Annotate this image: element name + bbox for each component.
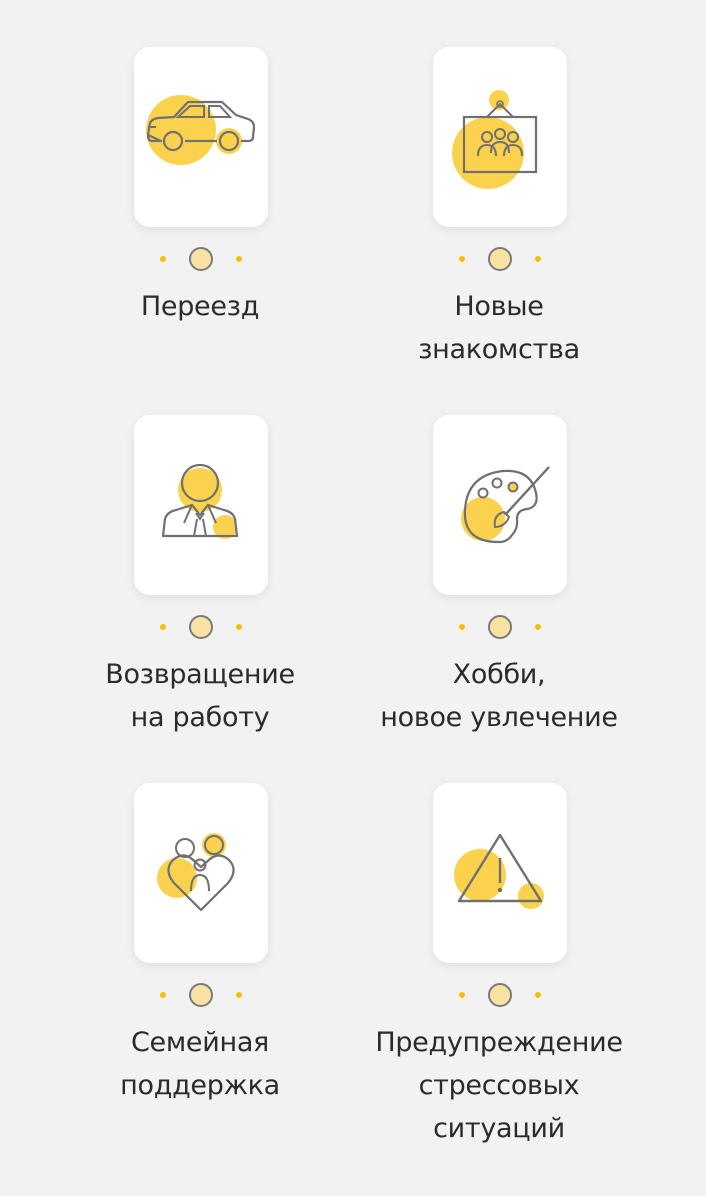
event-label: Возвращение на работу bbox=[105, 659, 295, 733]
event-label: Хобби, новое увлечение bbox=[380, 659, 618, 733]
warning-triangle-icon bbox=[454, 833, 544, 909]
event-label: Предупреждение стрессовых ситуаций bbox=[375, 1027, 623, 1144]
dot-right bbox=[236, 992, 242, 998]
event-label: Переезд bbox=[140, 291, 260, 322]
icon-card bbox=[433, 47, 567, 227]
dot-right bbox=[535, 992, 541, 998]
dot-right bbox=[236, 624, 242, 630]
pagination-dots bbox=[50, 247, 350, 271]
dot-left bbox=[160, 624, 166, 630]
car-icon bbox=[146, 95, 256, 165]
dot-active bbox=[189, 247, 213, 271]
dot-left bbox=[459, 624, 465, 630]
event-label: Семейная поддержка bbox=[120, 1027, 280, 1101]
dot-active bbox=[488, 983, 512, 1007]
icon-card bbox=[134, 415, 268, 595]
icon-card bbox=[134, 47, 268, 227]
family-heart-icon bbox=[157, 833, 235, 912]
pagination-dots bbox=[349, 247, 649, 271]
palette-icon bbox=[461, 466, 550, 544]
dot-left bbox=[160, 256, 166, 262]
dot-active bbox=[189, 615, 213, 639]
dot-left bbox=[459, 256, 465, 262]
dot-active bbox=[488, 615, 512, 639]
life-events-grid: Переезд Новые знакомства Возвращение на … bbox=[0, 0, 706, 1196]
icon-card bbox=[433, 783, 567, 963]
pagination-dots bbox=[349, 615, 649, 639]
dot-right bbox=[535, 256, 541, 262]
dot-right bbox=[236, 256, 242, 262]
dot-left bbox=[160, 992, 166, 998]
dot-left bbox=[459, 992, 465, 998]
pagination-dots bbox=[50, 615, 350, 639]
businessman-icon bbox=[161, 463, 239, 539]
icon-card bbox=[134, 783, 268, 963]
pagination-dots bbox=[349, 983, 649, 1007]
pagination-dots bbox=[50, 983, 350, 1007]
dot-active bbox=[488, 247, 512, 271]
event-label: Новые знакомства bbox=[418, 291, 580, 365]
people-board-icon bbox=[452, 90, 538, 189]
dot-right bbox=[535, 624, 541, 630]
dot-active bbox=[189, 983, 213, 1007]
icon-card bbox=[433, 415, 567, 595]
